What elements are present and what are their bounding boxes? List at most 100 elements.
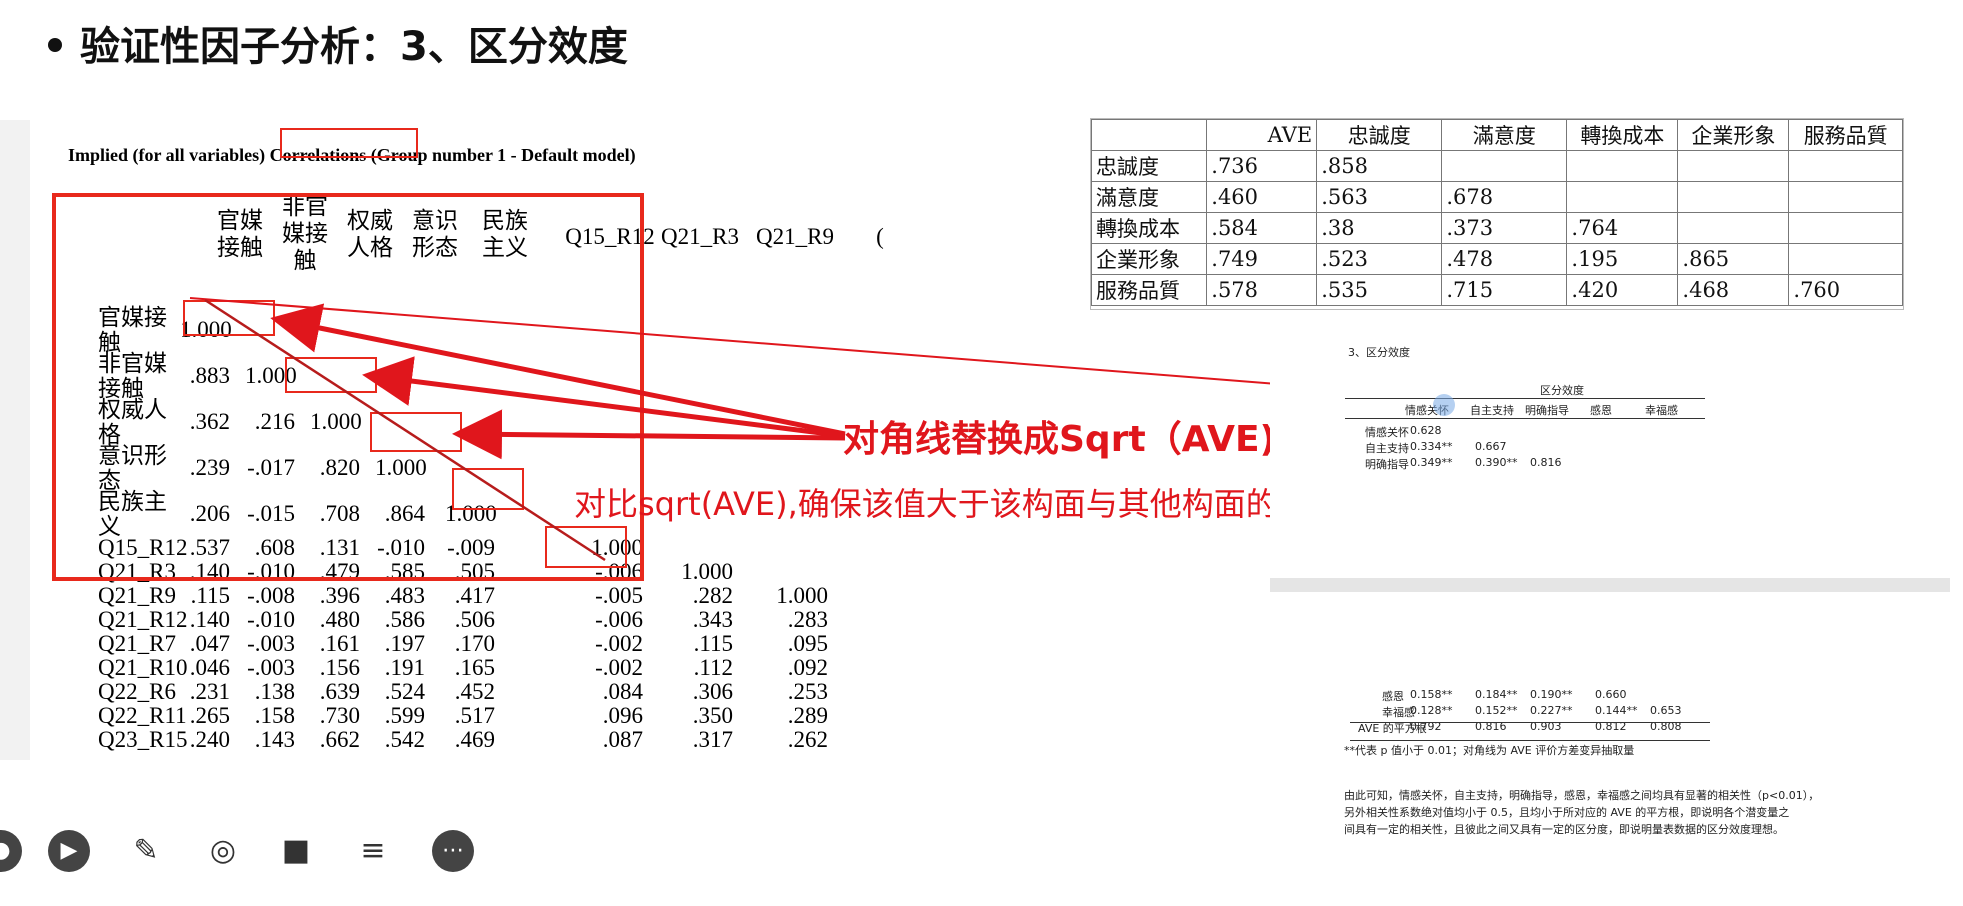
ave-cell: .373 [1441,212,1568,244]
ave-cell [1441,150,1568,182]
ave-row: 滿意度 .460.563.678 [1090,181,1903,213]
arrow-3 [452,409,846,460]
doc-section-title: 3、区分效度 [1348,346,1410,359]
ave-cell: 服務品質 [1090,274,1208,306]
ave-cell: .468 [1677,274,1790,306]
doc-paragraph: 另外相关性系数绝对值均小于 0.5，且均小于所对应的 AVE 的平方根，即说明各… [1344,806,1790,819]
ave-table-panel: AVE 忠誠度 滿意度 轉換成本 企業形象 服務品質 忠誠度 .736.858 滿意度 .460.… [1090,118,1904,310]
arrow-1 [270,303,846,437]
doc-footnote: **代表 p 值小于 0.01；对角线为 AVE 评价方差变异抽取量 [1344,744,1635,757]
pen-icon[interactable]: ✎ [125,830,167,872]
ave-cell: .865 [1677,243,1790,275]
doc-rule [1350,740,1710,741]
ave-cell: .678 [1441,181,1568,213]
ave-header-cell: AVE [1206,119,1318,151]
ave-cell: .736 [1206,150,1318,182]
cursor-marker [1433,394,1455,416]
ave-cell: .715 [1441,274,1568,306]
thin-line-top [189,297,1291,386]
ave-header-cell [1090,119,1208,151]
doc-cell: 明确指导 [1365,458,1409,471]
ave-row: 轉換成本 .584.38.373.764 [1090,212,1903,244]
doc-table-caption: 区分效度 [1540,384,1584,397]
doc-cell: 0.816 [1530,456,1562,469]
doc-page-gap [1270,578,1950,592]
ave-cell [1677,212,1790,244]
ave-cell: 滿意度 [1090,181,1208,213]
presentation-toolbar: ● ▶ ✎ ◎ ■ ≡ ⋯ [0,830,474,886]
doc-cell: 0.334** [1410,440,1453,453]
ave-cell [1788,243,1903,275]
ave-header-cell: 滿意度 [1441,119,1568,151]
doc-rule [1345,418,1705,419]
doc-cell: 感恩 [1382,690,1404,703]
doc-cell: 0.660 [1595,688,1627,701]
more-icon[interactable]: ⋯ [432,830,474,872]
doc-cell: 自主支持 [1365,442,1409,455]
comment-icon[interactable]: ≡ [352,830,394,872]
ave-cell: .578 [1206,274,1318,306]
doc-paragraph: 由此可知，情感关怀，自主支持，明确指导，感恩，幸福感之间均具有显著的相关性（p<… [1344,789,1820,802]
doc-cell: 0.144** [1595,704,1638,717]
ave-cell [1788,181,1903,213]
ave-cell [1677,150,1790,182]
ave-table: AVE 忠誠度 滿意度 轉換成本 企業形象 服務品質 忠誠度 .736.858 滿意度 .460.… [1090,119,1903,306]
ave-row: 服務品質 .578.535.715.420.468.760 [1090,274,1903,306]
ave-cell: 轉換成本 [1090,212,1208,244]
ave-cell: .764 [1566,212,1679,244]
play-icon[interactable]: ▶ [48,830,90,872]
doc-rule [1350,722,1710,723]
ave-header-cell: 忠誠度 [1316,119,1443,151]
ave-cell: 忠誠度 [1090,150,1208,182]
ave-cell [1566,181,1679,213]
ave-header-cell: 轉換成本 [1566,119,1679,151]
doc-cell: 0.227** [1530,704,1573,717]
ave-cell: .760 [1788,274,1903,306]
doc-cell: 0.390** [1475,456,1518,469]
doc-cell: 0.152** [1475,704,1518,717]
ave-cell [1566,150,1679,182]
doc-cell: 0.653 [1650,704,1682,717]
diagonal-line [204,298,606,562]
ave-cell: .858 [1316,150,1443,182]
ave-cell: .478 [1441,243,1568,275]
doc-page-bottom: 感恩 0.158** 0.184** 0.190** 0.660 幸福感 0.128** 0.… [1270,592,1950,882]
doc-cell: 0.628 [1410,424,1442,437]
ave-cell [1677,181,1790,213]
record-icon[interactable]: ● [0,830,22,872]
doc-cell: 0.184** [1475,688,1518,701]
ave-cell: .420 [1566,274,1679,306]
doc-paragraph: 间具有一定的相关性，且彼此之间又具有一定的区分度，即说明量表数据的区分效度理想。 [1344,823,1784,836]
annotation-main: 对角线替换成Sqrt（AVE) [843,419,1276,460]
doc-header-cell: 感恩 [1590,404,1612,417]
ave-cell: .460 [1206,181,1318,213]
doc-rule [1345,398,1705,399]
ave-cell: .584 [1206,212,1318,244]
doc-cell: 0.158** [1410,688,1453,701]
ave-cell [1788,150,1903,182]
ave-cell: 企業形象 [1090,243,1208,275]
doc-cell: 情感关怀 [1365,426,1409,439]
screenshot-icon[interactable]: ◎ [202,830,244,872]
doc-cell: 0.128** [1410,704,1453,717]
ave-header-cell: 企業形象 [1677,119,1790,151]
doc-cell: 0.349** [1410,456,1453,469]
doc-page-top: 3、区分效度 区分效度 情感关怀 自主支持 明确指导 感恩 幸福感 情感关怀 0.628 自主支持… [1270,326,1950,576]
ave-cell: .563 [1316,181,1443,213]
ave-cell: .38 [1316,212,1443,244]
doc-cell: 0.667 [1475,440,1507,453]
ave-cell: .195 [1566,243,1679,275]
ave-header-cell: 服務品質 [1788,119,1903,151]
ave-cell: .523 [1316,243,1443,275]
camera-icon[interactable]: ■ [275,830,317,872]
doc-header-cell: 自主支持 [1470,404,1514,417]
ave-row: 企業形象 .749.523.478.195.865 [1090,243,1903,275]
doc-header-cell: 明确指导 [1525,404,1569,417]
ave-cell: .749 [1206,243,1318,275]
ave-header-row: AVE 忠誠度 滿意度 轉換成本 企業形象 服務品質 [1090,119,1903,151]
doc-header-cell: 幸福感 [1645,404,1678,417]
ave-row: 忠誠度 .736.858 [1090,150,1903,182]
doc-cell: 0.190** [1530,688,1573,701]
ave-cell: .535 [1316,274,1443,306]
ave-cell [1788,212,1903,244]
